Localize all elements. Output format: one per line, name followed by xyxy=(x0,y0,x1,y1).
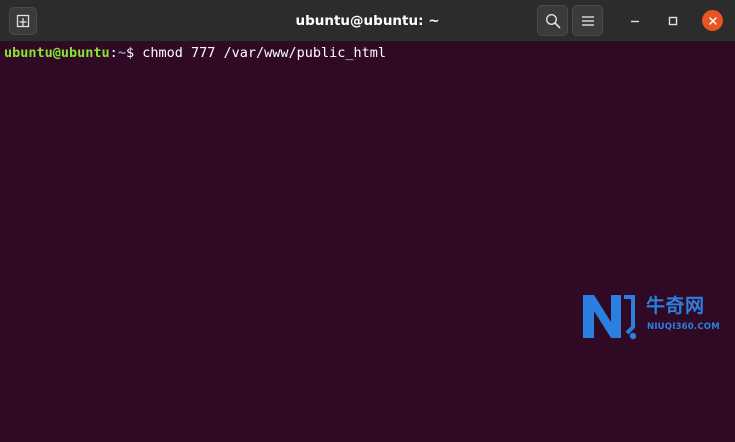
minimize-icon xyxy=(631,20,639,23)
hamburger-menu-icon xyxy=(581,15,594,26)
command-line: ubuntu@ubuntu:~$ chmod 777 /var/www/publ… xyxy=(4,44,386,62)
search-icon xyxy=(545,13,560,28)
terminal-window: ubuntu@ubuntu: ~ ubuntu@ubuntu:~$ chmod … xyxy=(0,0,735,442)
prompt-path: ~ xyxy=(117,45,126,61)
maximize-icon xyxy=(668,16,678,26)
window-title: ubuntu@ubuntu: ~ xyxy=(295,13,440,29)
menu-button[interactable] xyxy=(572,5,603,36)
terminal-output-area[interactable]: ubuntu@ubuntu:~$ chmod 777 /var/www/publ… xyxy=(0,42,735,442)
watermark: 牛奇网 NIUQI360.COM xyxy=(580,291,730,341)
title-bar[interactable]: ubuntu@ubuntu: ~ xyxy=(0,0,735,42)
close-button[interactable] xyxy=(702,10,723,31)
prompt-separator: : xyxy=(109,45,118,61)
watermark-logo-icon xyxy=(583,295,636,340)
maximize-button[interactable] xyxy=(660,8,686,34)
new-tab-button[interactable] xyxy=(9,7,37,35)
search-button[interactable] xyxy=(537,5,568,36)
minimize-button[interactable] xyxy=(622,8,648,34)
watermark-brand-en: NIUQI360.COM xyxy=(647,322,720,332)
command-text: chmod 777 /var/www/public_html xyxy=(134,45,387,61)
close-icon xyxy=(708,16,717,25)
prompt-user-host: ubuntu@ubuntu xyxy=(4,45,110,61)
prompt-symbol: $ xyxy=(125,45,135,61)
new-tab-icon xyxy=(16,14,30,28)
watermark-brand-cn: 牛奇网 xyxy=(646,295,705,317)
